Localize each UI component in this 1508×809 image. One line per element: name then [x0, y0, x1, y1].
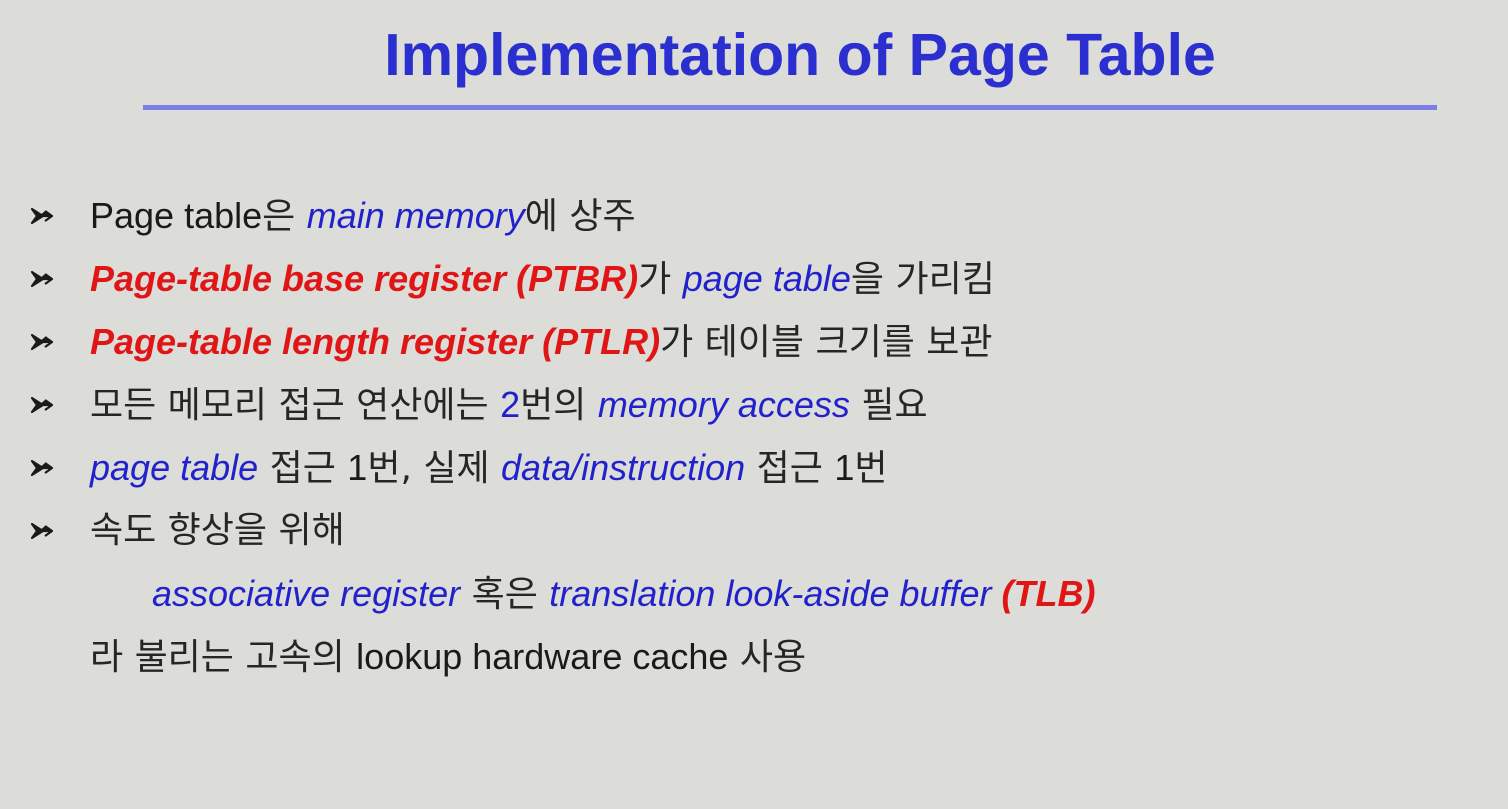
bullet-item: 속도 향상을 위해: [0, 501, 1508, 561]
text-segment: translation look-aside buffer: [549, 573, 1002, 614]
arrow-bullet-icon: [30, 459, 54, 477]
text-segment: 혹은: [460, 574, 550, 615]
text-segment: 필요: [849, 385, 928, 426]
text-segment: associative register: [152, 573, 461, 614]
bullet-text: Page-table base register (PTBR)가 page ta…: [90, 253, 995, 306]
text-segment: 번의: [520, 385, 598, 426]
text-segment: 라 불리는 고속의: [90, 637, 357, 678]
arrow-bullet-icon: [30, 522, 54, 540]
text-segment: 1: [347, 447, 368, 488]
arrow-bullet-icon: [30, 270, 54, 288]
bullet-item: page table 접근 1번, 실제 data/instruction 접근…: [0, 438, 1508, 498]
text-segment: 가: [638, 259, 683, 300]
slide: Implementation of Page Table Page table은…: [0, 0, 1508, 809]
bullet-text: 모든 메모리 접근 연산에는 2번의 memory access 필요: [90, 379, 928, 432]
text-segment: main memory: [306, 195, 525, 236]
text-segment: Page-table length register (PTLR): [90, 321, 661, 362]
text-segment: 속도 향상을 위해: [90, 510, 345, 551]
arrow-bullet-icon: [30, 207, 54, 225]
bullet-text: Page table은 main memory에 상주: [90, 190, 636, 243]
text-segment: page table: [90, 447, 259, 488]
slide-title: Implementation of Page Table: [384, 22, 1216, 88]
text-segment: 에 상주: [524, 196, 636, 237]
bullet-text: page table 접근 1번, 실제 data/instruction 접근…: [90, 442, 887, 495]
bullet-text: associative register 혹은 translation look…: [152, 568, 1096, 621]
text-segment: 가 테이블 크기를 보관: [660, 322, 993, 363]
bullet-continuation: 라 불리는 고속의 lookup hardware cache 사용: [0, 627, 1508, 687]
bullet-text: Page-table length register (PTLR)가 테이블 크…: [90, 316, 993, 369]
text-segment: 모든 메모리 접근 연산에는: [90, 385, 501, 426]
arrow-bullet-icon: [30, 333, 54, 351]
text-segment: 은: [262, 196, 307, 237]
bullet-item: 모든 메모리 접근 연산에는 2번의 memory access 필요: [0, 375, 1508, 435]
text-segment: 2: [500, 384, 521, 425]
bullet-item: Page-table length register (PTLR)가 테이블 크…: [0, 312, 1508, 372]
bullet-text: 속도 향상을 위해: [90, 505, 345, 557]
text-segment: page table: [682, 258, 851, 299]
bullet-item: Page-table base register (PTBR)가 page ta…: [0, 249, 1508, 309]
bullet-text: 라 불리는 고속의 lookup hardware cache 사용: [90, 631, 806, 684]
text-segment: 번, 실제: [367, 448, 502, 489]
arrow-bullet-icon: [30, 396, 54, 414]
text-segment: 접근: [745, 448, 835, 489]
text-segment: 을 가리킴: [850, 259, 995, 300]
bullet-item: Page table은 main memory에 상주: [0, 186, 1508, 246]
text-segment: lookup hardware cache: [356, 636, 729, 677]
text-segment: data/instruction: [501, 447, 746, 488]
text-segment: 사용: [728, 637, 807, 678]
title-divider: [143, 105, 1437, 110]
text-segment: 1: [834, 447, 855, 488]
text-segment: Page-table base register (PTBR): [90, 258, 639, 299]
bullet-continuation: associative register 혹은 translation look…: [0, 564, 1508, 624]
text-segment: memory access: [597, 384, 850, 425]
text-segment: 번: [854, 448, 888, 489]
text-segment: (TLB): [1001, 573, 1096, 614]
text-segment: Page table: [90, 195, 263, 236]
text-segment: 접근: [258, 448, 348, 489]
